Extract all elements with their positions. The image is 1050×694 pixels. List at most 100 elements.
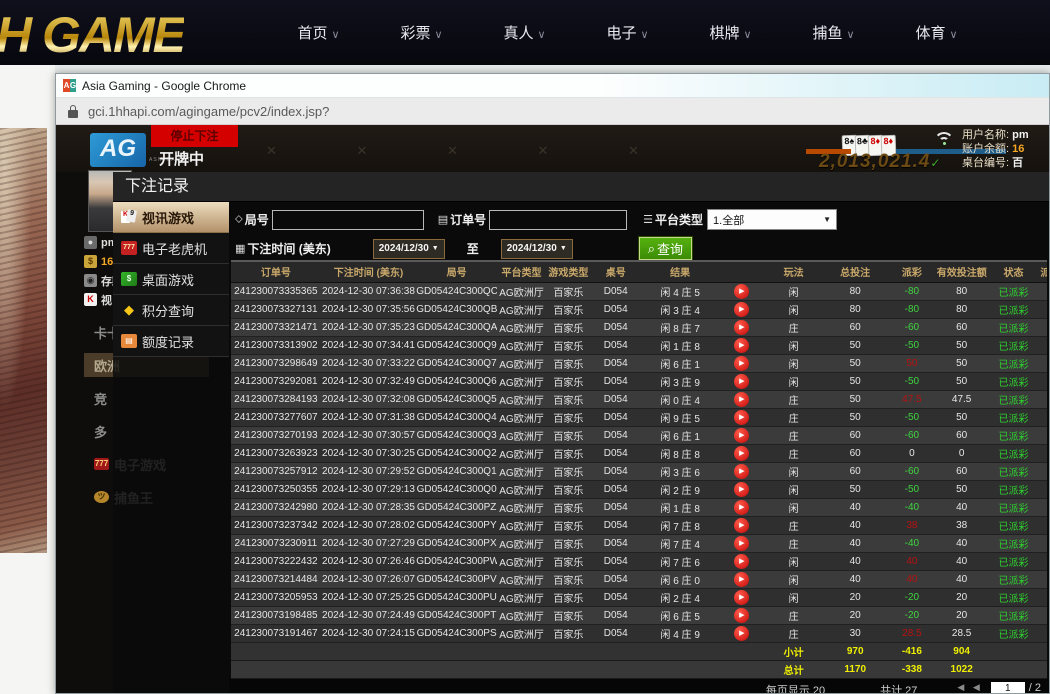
play-video-button[interactable]: ▶ [734,392,749,407]
play-video-button[interactable]: ▶ [734,626,749,641]
chevron-down-icon: ∨ [949,29,957,41]
nav-item-home[interactable]: 首页∨ [267,22,370,43]
nav-item-cards[interactable]: 棋牌∨ [679,22,782,43]
order-cell: 241230073321471 [231,318,321,336]
play-video-button[interactable]: ▶ [734,536,749,551]
table-cell: D054 [591,480,641,498]
play-video-button[interactable]: ▶ [734,608,749,623]
table-row: 2412300731914672024-12-30 07:24:15GD0542… [231,624,1047,642]
table-number-row: 桌台编号: 百 [962,156,1029,170]
tab-slot-machines[interactable]: 777 电子老虎机 [113,233,229,264]
play-video-button[interactable]: ▶ [734,428,749,443]
column-header: 派 [1040,261,1047,282]
play-video-button[interactable]: ▶ [734,338,749,353]
total-cell: 60 [823,426,887,444]
total-cell: 80 [823,282,887,300]
play-video-button[interactable]: ▶ [734,464,749,479]
nav-item-lottery[interactable]: 彩票∨ [370,22,473,43]
round-cell: GD05424C300PY [416,516,497,534]
tab-table-games[interactable]: $ 桌面游戏 [113,264,229,295]
valid-cell: 50 [937,372,987,390]
column-header: 总投注 [823,261,887,282]
total-cell: 40 [823,552,887,570]
result-cell: 闲 6 庄 5 [641,606,720,624]
wifi-icon [934,132,956,148]
tab-points-query[interactable]: ◆ 积分查询 [113,295,229,326]
play-video-button[interactable]: ▶ [734,284,749,299]
play-video-button[interactable]: ▶ [734,500,749,515]
play-cell: ▶ [720,354,764,372]
play-video-button[interactable]: ▶ [734,374,749,389]
play-video-button[interactable]: ▶ [734,590,749,605]
date-to-select[interactable]: 2024/12/30▼ [501,239,573,259]
page-number-input[interactable]: 1 [991,682,1025,694]
play-video-button[interactable]: ▶ [734,446,749,461]
time-cell: 2024-12-30 07:31:38 [321,408,416,426]
play-cell: ▶ [720,462,764,480]
game-cell: 百家乐 [546,552,591,570]
cut-cell [1040,480,1047,498]
status-cell: 已派彩 [987,426,1041,444]
platform-cell: AG欧洲厅 [497,372,546,390]
round-number-input[interactable] [272,210,424,230]
platform-cell: AG欧洲厅 [497,444,546,462]
nav-item-live[interactable]: 真人∨ [473,22,576,43]
tag-icon: ⬦ [235,213,243,226]
status-cell: 已派彩 [987,300,1041,318]
time-cell: 2024-12-30 07:29:13 [321,480,416,498]
time-cell: 2024-12-30 07:29:52 [321,462,416,480]
order-cell: 241230073270193 [231,426,321,444]
total-cell: 60 [823,462,887,480]
play-video-button[interactable]: ▶ [734,302,749,317]
order-cell: 241230073298649 [231,354,321,372]
valid-cell: 47.5 [937,390,987,408]
nav-item-fishing[interactable]: 捕鱼∨ [782,22,885,43]
date-from-select[interactable]: 2024/12/30▼ [373,239,445,259]
order-number-input[interactable] [489,210,627,230]
play-video-button[interactable]: ▶ [734,482,749,497]
play-video-button[interactable]: ▶ [734,554,749,569]
lock-icon [68,105,78,118]
order-cell: 241230073222432 [231,552,321,570]
table-row: 2412300732579122024-12-30 07:29:52GD0542… [231,462,1047,480]
cut-cell [1040,390,1047,408]
table-row: 2412300732144842024-12-30 07:26:07GD0542… [231,570,1047,588]
valid-cell: 50 [937,336,987,354]
platform-type-select[interactable]: 1.全部▼ [707,209,837,230]
table-row: 2412300732224322024-12-30 07:26:46GD0542… [231,552,1047,570]
tab-quota-records[interactable]: ▤ 额度记录 [113,326,229,357]
dropdown-arrow-icon: ▼ [823,215,831,224]
result-cell: 闲 7 庄 8 [641,516,720,534]
cut-cell [1040,426,1047,444]
table-row: 2412300732986492024-12-30 07:33:22GD0542… [231,354,1047,372]
total-cell: 60 [823,318,887,336]
grand-total-row: 总计 1170 -338 1022 [231,660,1047,678]
round-cell: GD05424C300Q7 [416,354,497,372]
play-cell: ▶ [720,300,764,318]
tab-video-games[interactable]: K9 视讯游戏 [113,202,229,233]
background-model-photo [0,128,47,553]
status-cell: 已派彩 [987,354,1041,372]
play-video-button[interactable]: ▶ [734,320,749,335]
play-video-button[interactable]: ▶ [734,572,749,587]
platform-cell: AG欧洲厅 [497,588,546,606]
payout-cell: 47.5 [887,390,937,408]
bet-cell: 闲 [764,588,824,606]
table-cell: D054 [591,300,641,318]
nav-item-slots[interactable]: 电子∨ [576,22,679,43]
table-row: 2412300732309112024-12-30 07:27:29GD0542… [231,534,1047,552]
payout-cell: -50 [887,372,937,390]
to-label: 至 [467,240,479,257]
prev-page-arrows[interactable]: ◀ ◀ [957,682,982,693]
search-button[interactable]: ⌕查询 [639,237,692,260]
nav-item-sports[interactable]: 体育∨ [885,22,988,43]
round-cell: GD05424C300PX [416,534,497,552]
address-bar[interactable]: gci.1hhapi.com/agingame/pcv2/index.jsp? [56,98,1049,125]
play-video-button[interactable]: ▶ [734,410,749,425]
valid-cell: 60 [937,318,987,336]
play-video-button[interactable]: ▶ [734,518,749,533]
table-cell: D054 [591,390,641,408]
time-cell: 2024-12-30 07:32:49 [321,372,416,390]
play-video-button[interactable]: ▶ [734,356,749,371]
total-cell: 50 [823,408,887,426]
